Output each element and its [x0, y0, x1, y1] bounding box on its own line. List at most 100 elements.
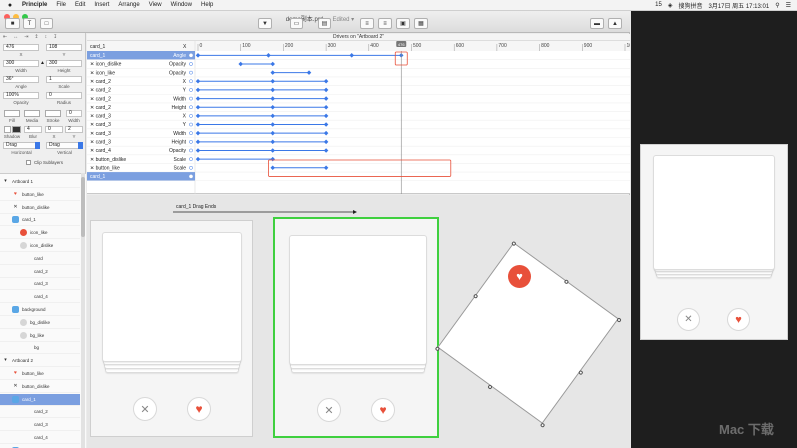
keyframe-marker[interactable] — [270, 139, 275, 145]
icon-like[interactable]: ♥ — [508, 265, 531, 288]
keyframe-marker[interactable] — [349, 53, 354, 58]
align-left-icon[interactable]: ⇤ — [3, 34, 7, 41]
menu-help[interactable]: Help — [201, 2, 213, 8]
driver-prop-name[interactable]: Height — [172, 105, 187, 111]
opacity-field[interactable]: 100% — [3, 92, 39, 99]
driver-layer-name[interactable]: ✕ card_2 — [90, 105, 111, 111]
keyframe-marker[interactable] — [323, 130, 329, 136]
clip-sublayers-checkbox[interactable] — [26, 160, 31, 165]
align-middle-icon[interactable]: ↕ — [45, 34, 48, 41]
menu-arrange[interactable]: Arrange — [118, 2, 139, 8]
keyframe-marker[interactable] — [323, 122, 329, 127]
width-field[interactable]: 300 — [3, 60, 39, 67]
apple-icon[interactable]: ● — [6, 2, 14, 9]
preview-button[interactable]: ▭ — [290, 18, 303, 29]
keyframe-marker[interactable] — [323, 113, 329, 119]
keyframe-marker[interactable] — [323, 148, 329, 153]
layer-row[interactable]: background — [0, 304, 80, 316]
distribute-button[interactable]: ≡ — [360, 18, 374, 29]
keyframe-marker[interactable] — [270, 70, 275, 75]
keyframe-marker[interactable] — [270, 130, 275, 136]
share-button[interactable]: ▬ — [590, 18, 604, 29]
ungroup-button[interactable]: ▦ — [414, 18, 428, 29]
layer-row[interactable]: ✕ button_dislike — [0, 202, 80, 214]
driver-layer-name[interactable]: ✕ button_dislike — [90, 157, 126, 163]
resize-handle[interactable] — [616, 317, 622, 323]
layer-row[interactable]: bg_dislike — [0, 317, 80, 329]
layer-row[interactable]: card_1 — [0, 393, 80, 406]
driver-prop-name[interactable]: X — [183, 114, 187, 120]
layer-row[interactable]: ♥ button_like — [0, 368, 80, 380]
menu-view[interactable]: View — [149, 2, 162, 8]
layer-row[interactable]: ▾ Artboard 2 — [0, 355, 80, 368]
keyframe-marker[interactable] — [270, 156, 275, 162]
vertical-dropdown-icon[interactable] — [78, 142, 83, 149]
group-button[interactable]: ▣ — [396, 18, 410, 29]
driver-prop-name[interactable]: Y — [183, 88, 187, 94]
driver-prop-name[interactable]: Angle — [173, 53, 186, 59]
radius-field[interactable]: 0 — [46, 92, 82, 99]
lock-icon[interactable]: ▲ — [40, 60, 45, 66]
scale-field[interactable]: 1 — [46, 76, 82, 83]
keyframe-marker[interactable] — [195, 139, 201, 145]
driver-prop-name[interactable]: Width — [173, 96, 186, 102]
driver-prop-name[interactable]: Opacity — [169, 62, 186, 68]
driver-layer-name[interactable]: ✕ card_2 — [90, 88, 111, 94]
input-method[interactable]: 搜狗拼音 — [678, 1, 702, 10]
layer-row[interactable]: card_4 — [0, 291, 80, 304]
driver-toggle-icon[interactable] — [189, 165, 193, 170]
upload-button[interactable]: ▲ — [608, 18, 622, 29]
menu-window[interactable]: Window — [171, 2, 192, 8]
layers-scrollbar-thumb[interactable] — [81, 177, 85, 237]
layer-row[interactable]: card_2 — [0, 266, 80, 278]
resize-handle[interactable] — [472, 293, 479, 299]
rectangle-tool-button[interactable]: ■ — [5, 18, 20, 29]
keyframe-marker[interactable] — [270, 61, 275, 67]
driver-toggle-icon[interactable] — [189, 96, 193, 101]
driver-toggle-icon[interactable] — [189, 131, 193, 136]
resize-handle[interactable] — [578, 369, 584, 376]
layer-row[interactable]: card_3 — [0, 419, 80, 432]
dislike-button[interactable]: ✕ — [317, 398, 341, 422]
align-top-icon[interactable]: ↥ — [34, 34, 38, 41]
driver-prop-name[interactable]: Opacity — [169, 148, 186, 154]
keyframe-marker[interactable] — [238, 61, 243, 67]
driver-layer-name[interactable]: ✕ card_2 — [90, 79, 111, 85]
keyframe-marker[interactable] — [323, 87, 329, 93]
align-button[interactable]: ≡ — [378, 18, 392, 29]
keyframe-marker[interactable] — [323, 139, 329, 145]
layer-row[interactable]: bg_like — [0, 330, 80, 342]
canvas[interactable]: card_1 Drag Ends ✕ ♥ ✕ ♥ ♥ — [87, 195, 630, 448]
shadow-color-swatch[interactable] — [12, 126, 21, 133]
driver-layer-name[interactable]: card_1 — [90, 174, 106, 180]
driver-prop-name[interactable]: Width — [173, 131, 186, 137]
driver-layer-name[interactable]: card_1 — [90, 53, 106, 59]
shadow-y-field[interactable]: 2 — [65, 126, 83, 133]
driver-layer-name[interactable]: ✕ card_2 — [90, 96, 111, 102]
driver-toggle-icon[interactable] — [189, 53, 193, 58]
keyframe-marker[interactable] — [323, 165, 329, 171]
layer-row[interactable]: card_3 — [0, 278, 80, 291]
artboard-1[interactable]: ✕ ♥ — [90, 220, 253, 437]
text-tool-button[interactable]: T — [23, 18, 36, 29]
layer-row[interactable]: card_1 — [0, 214, 80, 227]
angle-field[interactable]: 36° — [3, 76, 39, 83]
keyframe-marker[interactable] — [323, 96, 329, 101]
card-2[interactable] — [289, 235, 427, 365]
battery-status[interactable]: 15 — [655, 2, 662, 8]
keyframe-marker[interactable] — [270, 148, 275, 153]
layer-row[interactable]: ▾ Artboard 1 — [0, 176, 80, 188]
layer-row[interactable]: ✕ button_dislike — [0, 381, 80, 393]
menu-insert[interactable]: Insert — [94, 2, 109, 8]
keyframe-marker[interactable] — [266, 53, 271, 58]
driver-layer-name[interactable]: ✕ card_3 — [90, 122, 111, 128]
preview-window[interactable]: ✕ ♥ — [640, 144, 788, 340]
keyframe-marker[interactable] — [270, 122, 275, 127]
stroke-swatch[interactable] — [45, 110, 61, 117]
keyframe-marker[interactable] — [195, 53, 201, 58]
driver-toggle-icon[interactable] — [189, 70, 193, 75]
driver-toggle-icon[interactable] — [189, 105, 193, 110]
clock[interactable]: 3月17日 周五 17:13:01 — [709, 1, 770, 10]
keyframe-marker[interactable] — [306, 70, 312, 75]
driver-prop-name[interactable]: Opacity — [169, 70, 186, 76]
